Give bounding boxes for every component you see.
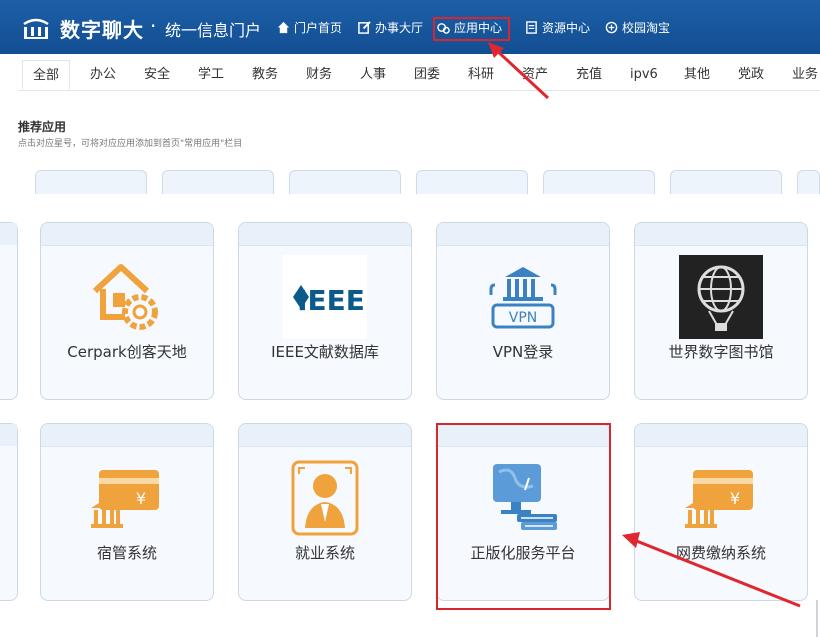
app-card-cerpark[interactable]: Cerpark创客天地 — [40, 222, 214, 400]
app-card-network-fee[interactable]: ¥ 网费缴纳系统 — [634, 423, 808, 601]
nav-resource-center[interactable]: 资源中心 — [525, 0, 590, 54]
tab-all[interactable]: 全部 — [22, 60, 71, 90]
tab-assets[interactable]: 资产 — [522, 60, 548, 90]
recommend-card[interactable] — [797, 170, 820, 194]
recommend-title: 推荐应用 — [18, 120, 67, 134]
app-label: 就业系统 — [294, 544, 355, 562]
recommend-subtitle: 点击对应星号，可将对应应用添加到首页"常用应用"栏目 — [18, 139, 243, 149]
app-label: Cerpark创客天地 — [67, 343, 187, 361]
app-label: 网费缴纳系统 — [675, 544, 766, 562]
scrollbar[interactable] — [816, 600, 818, 637]
nav-home[interactable]: 门户首页 — [277, 0, 342, 54]
app-card-licensed-software[interactable]: 正版化服务平台 — [436, 423, 610, 601]
globe-balloon-icon — [679, 255, 763, 339]
svg-text:VPN: VPN — [509, 310, 538, 326]
recommend-card[interactable] — [670, 170, 782, 194]
tab-other[interactable]: 其他 — [684, 60, 710, 90]
app-label: IEEE文献数据库 — [271, 343, 379, 361]
tab-personnel[interactable]: 人事 — [360, 60, 386, 90]
app-card-employment[interactable]: 就业系统 — [238, 423, 412, 601]
tab-security[interactable]: 安全 — [144, 60, 170, 90]
portal-subtitle: 统一信息门户 — [165, 21, 262, 40]
tab-party[interactable]: 党政 — [738, 60, 764, 90]
nav-resource-center-label: 资源中心 — [542, 20, 591, 35]
tab-youth-league[interactable]: 团委 — [414, 60, 440, 90]
app-label: 宿管系统 — [96, 544, 157, 562]
nav-service-hall[interactable]: 办事大厅 — [358, 0, 423, 54]
cerpark-house-gear-icon — [92, 264, 158, 330]
tab-ipv6[interactable]: ipv6 — [630, 60, 658, 90]
tab-finance[interactable]: 财务 — [306, 60, 332, 90]
app-label: VPN登录 — [492, 343, 554, 361]
tab-office[interactable]: 办公 — [90, 60, 116, 90]
tab-research[interactable]: 科研 — [468, 60, 494, 90]
app-card-vpn[interactable]: VPN VPN登录 — [436, 222, 610, 400]
app-card-partial[interactable] — [0, 423, 18, 601]
home-icon — [277, 21, 290, 33]
app-card-ieee[interactable]: IEEE IEEE文献数据库 — [238, 222, 412, 400]
university-logo-icon — [23, 18, 49, 39]
app-card-world-library[interactable]: 世界数字图书馆 — [634, 222, 808, 400]
app-card-partial[interactable] — [0, 222, 18, 400]
svg-text:¥: ¥ — [730, 489, 740, 508]
tab-business[interactable]: 业务 — [792, 60, 818, 90]
app-center-highlight-box — [433, 17, 510, 41]
brand-separator: · — [150, 14, 157, 38]
svg-text:¥: ¥ — [136, 489, 146, 508]
tab-student-affairs[interactable]: 学工 — [198, 60, 224, 90]
app-label: 世界数字图书馆 — [668, 343, 774, 361]
tab-recharge[interactable]: 充值 — [576, 60, 602, 90]
computer-books-icon — [493, 464, 557, 530]
vpn-bank-icon: VPN — [489, 267, 557, 329]
bank-card-icon: ¥ — [91, 470, 159, 528]
id-badge-person-icon — [291, 460, 359, 536]
svg-text:IEEE: IEEE — [297, 284, 365, 317]
recommend-card[interactable] — [289, 170, 401, 194]
recommend-card[interactable] — [543, 170, 655, 194]
tag-icon — [605, 21, 618, 33]
recommend-card[interactable] — [35, 170, 147, 194]
document-icon — [526, 20, 537, 34]
nav-campus-shop-label: 校园淘宝 — [622, 20, 671, 35]
nav-service-hall-label: 办事大厅 — [375, 20, 424, 35]
category-tabs: 全部 办公 安全 学工 教务 财务 人事 团委 科研 资产 充值 ipv6 其他… — [18, 60, 820, 91]
brand-name: 数字聊大 — [60, 18, 144, 42]
tab-academic[interactable]: 教务 — [252, 60, 278, 90]
nav-campus-shop[interactable]: 校园淘宝 — [605, 0, 670, 54]
ieee-logo-icon: IEEE — [283, 255, 367, 339]
section-gap — [0, 194, 820, 222]
recommend-card[interactable] — [416, 170, 528, 194]
edit-icon — [358, 20, 371, 34]
app-label: 正版化服务平台 — [470, 544, 576, 562]
recommend-card[interactable] — [162, 170, 274, 194]
top-header: 数字聊大 · 统一信息门户 门户首页 办事大厅 应用中心 资源中心 校园淘宝 — [0, 0, 820, 54]
bank-card-icon: ¥ — [685, 470, 753, 528]
nav-home-label: 门户首页 — [294, 20, 343, 35]
app-card-dorm[interactable]: ¥ 宿管系统 — [40, 423, 214, 601]
